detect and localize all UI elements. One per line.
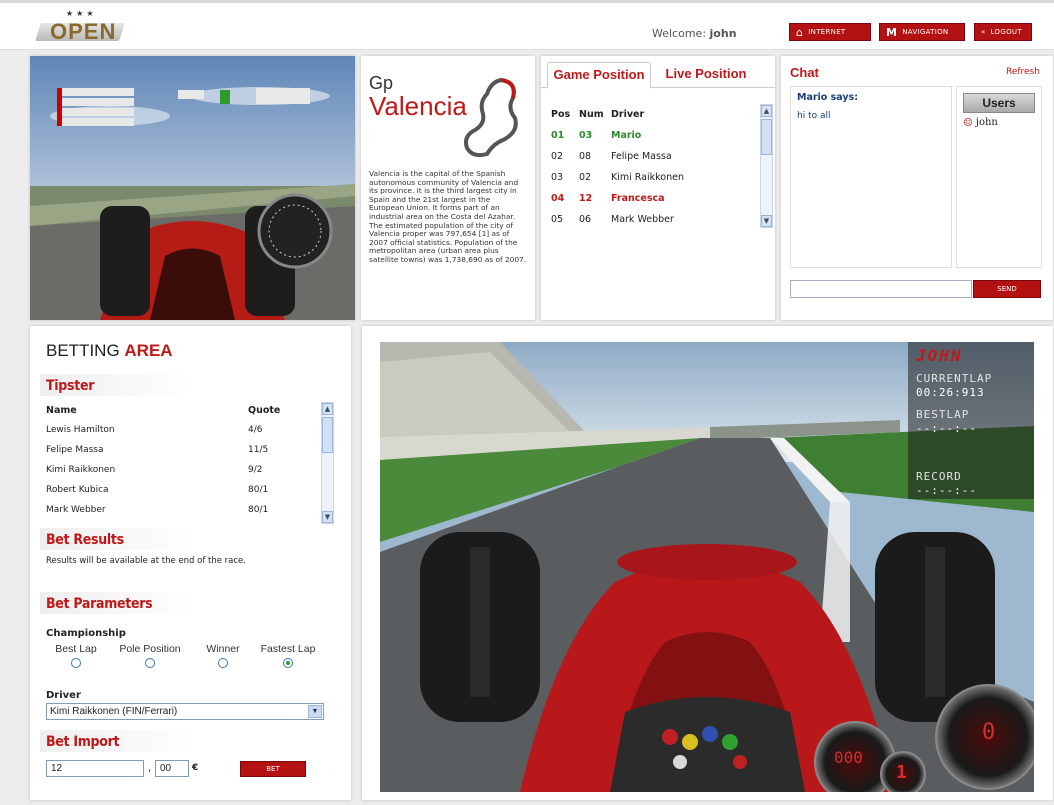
radio-fastest-lap[interactable]: Fastest Lap bbox=[256, 643, 320, 668]
amount-integer-input[interactable]: 12 bbox=[46, 760, 144, 777]
welcome-label: Welcome: bbox=[652, 27, 707, 40]
bet-button[interactable]: BET bbox=[240, 761, 306, 777]
game-viewport[interactable]: JOHN CURRENTLAP 00:26:913 BESTLAP --:--:… bbox=[380, 342, 1034, 792]
bet-parameters-heading: Bet Parameters bbox=[46, 596, 153, 612]
tipster-scrollbar[interactable]: ▲ ▼ bbox=[321, 402, 334, 524]
positions-panel: Game Position Live Position Pos Num Driv… bbox=[541, 56, 775, 320]
logo-stars-icon: ★★★ bbox=[66, 9, 97, 18]
tipster-heading: Tipster bbox=[46, 378, 95, 394]
tipster-table: Name Quote Lewis Hamilton 4/6 Felipe Mas… bbox=[46, 400, 316, 520]
hud-best-lap-label: BESTLAP bbox=[916, 408, 970, 421]
user-icon: ☺ bbox=[963, 116, 973, 129]
radio-winner[interactable]: Winner bbox=[198, 643, 248, 668]
chevron-down-icon[interactable]: ▼ bbox=[308, 705, 322, 718]
position-row[interactable]: 02 08 Felipe Massa bbox=[551, 146, 756, 166]
speed-gauge-value: 000 bbox=[834, 748, 863, 767]
users-list: Users ☺ john bbox=[956, 86, 1042, 268]
tab-game-position[interactable]: Game Position bbox=[547, 62, 651, 89]
navigation-button[interactable]: M NAVIGATION bbox=[879, 23, 965, 41]
welcome-text: Welcome: john bbox=[652, 27, 737, 40]
home-icon: ⌂ bbox=[796, 25, 804, 39]
gear-gauge-value: 1 bbox=[896, 762, 907, 783]
tipster-row[interactable]: Lewis Hamilton 4/6 bbox=[46, 420, 316, 440]
tipster-header-row: Name Quote bbox=[46, 404, 281, 416]
bet-results-text: Results will be available at the end of … bbox=[46, 556, 246, 566]
betting-panel: BETTING AREA Tipster Name Quote Lewis Ha… bbox=[30, 326, 351, 800]
driver-label: Driver bbox=[46, 690, 81, 701]
radio-circle[interactable] bbox=[71, 658, 81, 668]
amount-separator: , bbox=[148, 763, 152, 774]
rpm-gauge-value: 0 bbox=[982, 720, 996, 745]
chat-speaker: Mario says: bbox=[797, 92, 859, 103]
logo[interactable]: ★★★ OPEN bbox=[30, 9, 126, 47]
positions-header-row: Pos Num Driver bbox=[551, 108, 645, 120]
user-item[interactable]: ☺ john bbox=[963, 116, 1035, 129]
hud-player-name: JOHN bbox=[916, 346, 963, 365]
betting-title: BETTING AREA bbox=[46, 341, 173, 360]
scroll-thumb[interactable] bbox=[761, 119, 772, 155]
refresh-link[interactable]: Refresh bbox=[1006, 67, 1040, 77]
championship-label: Championship bbox=[46, 628, 126, 639]
radio-best-lap[interactable]: Best Lap bbox=[50, 643, 102, 668]
track-map-icon bbox=[464, 77, 518, 158]
radio-circle[interactable] bbox=[145, 658, 155, 668]
chat-title: Chat bbox=[790, 65, 819, 80]
onboard-video-small[interactable] bbox=[30, 56, 355, 320]
radio-pole-position[interactable]: Pole Position bbox=[110, 643, 190, 668]
position-row[interactable]: 05 06 Mark Webber bbox=[551, 209, 756, 229]
amount-decimal-input[interactable]: 00 bbox=[155, 760, 189, 777]
position-row[interactable]: 01 03 Mario bbox=[551, 125, 756, 145]
internet-button[interactable]: ⌂ INTERNET bbox=[789, 23, 871, 41]
radio-circle[interactable] bbox=[218, 658, 228, 668]
position-row[interactable]: 04 12 Francesca bbox=[551, 188, 756, 208]
bet-results-heading: Bet Results bbox=[46, 532, 124, 548]
bet-type-radio-group: Best Lap Pole Position Winner Fastest La… bbox=[50, 643, 320, 675]
back-arrows-icon: « bbox=[981, 28, 986, 36]
currency-symbol: € bbox=[192, 763, 199, 773]
top-header: ★★★ OPEN Welcome: john ⌂ INTERNET M NAVI… bbox=[0, 0, 1054, 50]
radio-circle-selected[interactable] bbox=[283, 658, 293, 668]
welcome-username: john bbox=[709, 27, 737, 40]
tab-live-position[interactable]: Live Position bbox=[651, 62, 761, 88]
tipster-row[interactable]: Kimi Raikkonen 9/2 bbox=[46, 460, 316, 480]
hud-current-lap-value: 00:26:913 bbox=[916, 386, 985, 399]
scroll-down-icon[interactable]: ▼ bbox=[322, 511, 333, 523]
hud-best-lap-value: --:--:-- bbox=[916, 422, 977, 435]
game-view-panel: JOHN CURRENTLAP 00:26:913 BESTLAP --:--:… bbox=[362, 326, 1053, 800]
send-button[interactable]: SEND bbox=[973, 280, 1041, 298]
driver-select[interactable]: Kimi Raikkonen (FIN/Ferrari) ▼ bbox=[46, 703, 324, 720]
users-label: Users bbox=[963, 93, 1035, 113]
logo-text: OPEN bbox=[50, 19, 117, 44]
hud-record-label: RECORD bbox=[916, 470, 962, 483]
scroll-up-icon[interactable]: ▲ bbox=[761, 105, 772, 117]
tipster-row[interactable]: Mark Webber 80/1 bbox=[46, 500, 316, 520]
scroll-up-icon[interactable]: ▲ bbox=[322, 403, 333, 415]
track-description: Valencia is the capital of the Spanish a… bbox=[369, 169, 527, 264]
chat-messages: Mario says: hi to all bbox=[790, 86, 952, 268]
position-row[interactable]: 03 02 Kimi Raikkonen bbox=[551, 167, 756, 187]
hud-record-value: --:--:-- bbox=[916, 484, 977, 497]
chat-message: hi to all bbox=[797, 111, 831, 121]
positions-table: Pos Num Driver 01 03 Mario 02 08 Felipe … bbox=[551, 104, 756, 234]
tipster-row[interactable]: Felipe Massa 11/5 bbox=[46, 440, 316, 460]
chat-panel: Chat Refresh Mario says: hi to all Users… bbox=[781, 56, 1053, 320]
scroll-down-icon[interactable]: ▼ bbox=[761, 215, 772, 227]
hud-current-lap-label: CURRENTLAP bbox=[916, 372, 993, 385]
navigation-logo-icon: M bbox=[886, 25, 898, 39]
track-info-panel: Gp Valencia Valencia is the capital of t… bbox=[361, 56, 535, 320]
track-title-small: Gp bbox=[369, 73, 394, 93]
scroll-thumb[interactable] bbox=[322, 417, 333, 453]
bet-import-heading: Bet Import bbox=[46, 734, 120, 750]
logout-button[interactable]: « LOGOUT bbox=[974, 23, 1032, 41]
tipster-row[interactable]: Robert Kubica 80/1 bbox=[46, 480, 316, 500]
positions-scrollbar[interactable]: ▲ ▼ bbox=[760, 104, 773, 228]
chat-input[interactable] bbox=[790, 280, 972, 298]
